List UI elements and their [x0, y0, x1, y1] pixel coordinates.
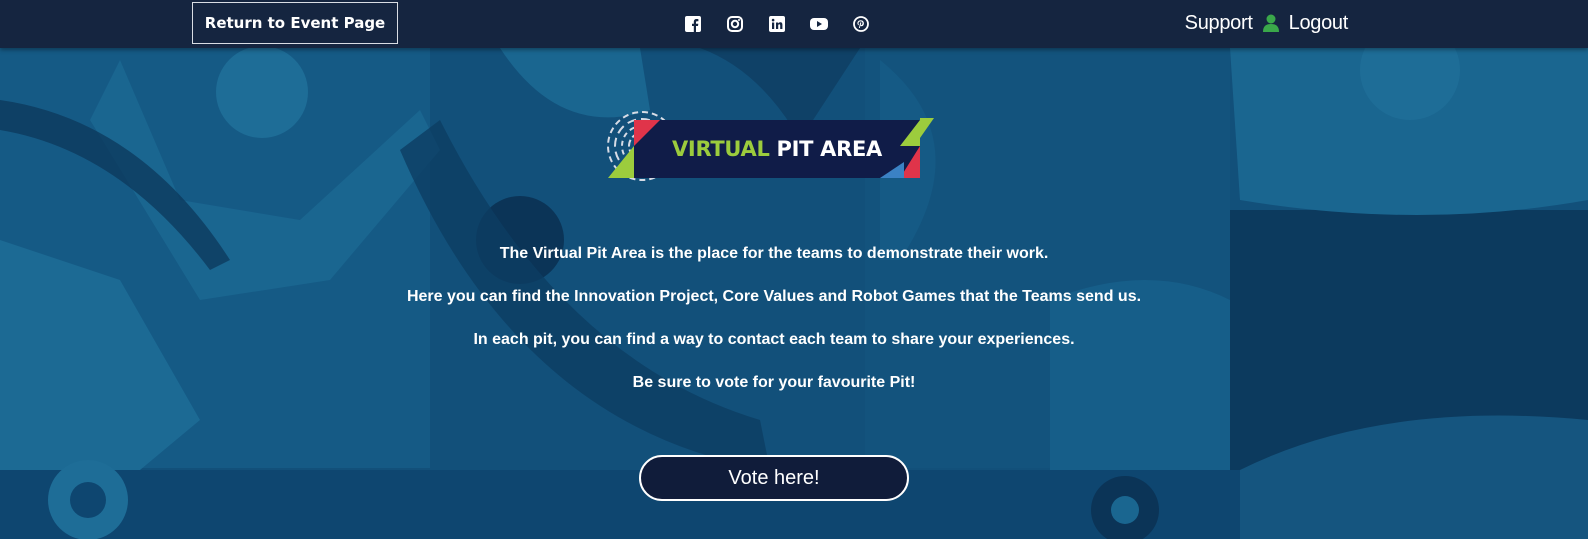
account-links: Support Logout — [1185, 0, 1349, 46]
intro-text: The Virtual Pit Area is the place for th… — [0, 244, 1548, 416]
linkedin-icon[interactable] — [756, 12, 798, 36]
intro-line-2: Here you can find the Innovation Project… — [406, 288, 1142, 305]
intro-line-3: In each pit, you can find a way to conta… — [473, 331, 1075, 348]
logout-link[interactable]: Logout — [1289, 12, 1349, 35]
support-link[interactable]: Support — [1185, 12, 1253, 35]
logo-title: VIRTUAL PIT AREA — [634, 120, 920, 178]
intro-line-4: Be sure to vote for your favourite Pit! — [632, 374, 916, 391]
vote-here-button[interactable]: Vote here! — [639, 455, 909, 501]
logo-word-virtual: VIRTUAL — [671, 137, 770, 161]
pinterest-icon[interactable] — [840, 12, 882, 36]
top-nav-bar: Return to Event Page Support Logout — [0, 0, 1588, 48]
instagram-icon[interactable] — [714, 12, 756, 36]
virtual-pit-area-logo: VIRTUAL PIT AREA — [604, 104, 934, 190]
facebook-icon[interactable] — [672, 12, 714, 36]
return-to-event-button[interactable]: Return to Event Page — [192, 2, 398, 44]
user-icon — [1262, 14, 1279, 32]
social-links — [672, 12, 882, 36]
youtube-icon[interactable] — [798, 12, 840, 36]
intro-line-1: The Virtual Pit Area is the place for th… — [499, 245, 1049, 262]
logo-word-pit-area: PIT AREA — [776, 137, 883, 161]
